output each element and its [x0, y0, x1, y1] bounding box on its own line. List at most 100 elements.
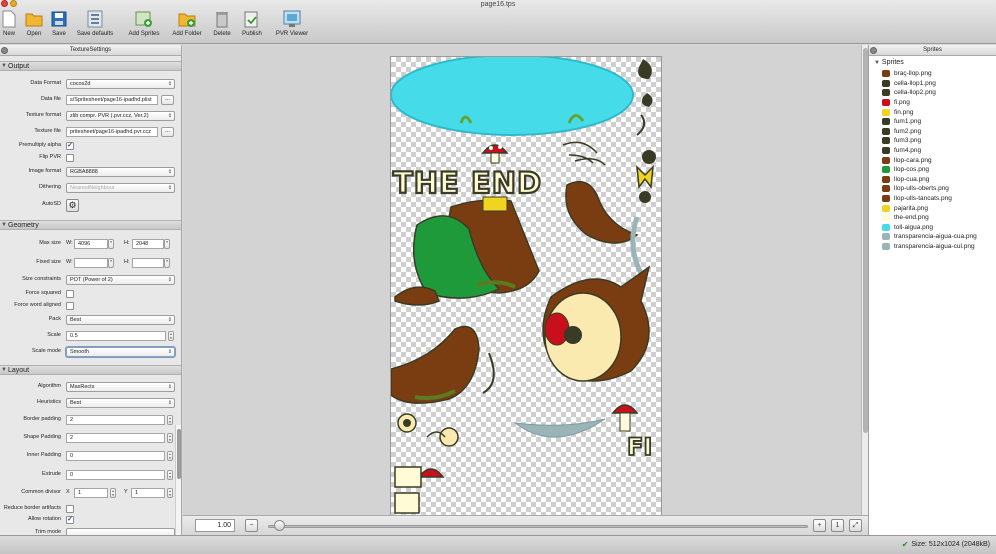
scale-mode-select[interactable]: Smooth ⇕ [66, 347, 175, 357]
settings-scrollbar[interactable] [175, 425, 181, 535]
sprite-list-item[interactable]: pajarita.png [882, 203, 996, 213]
trim-mode-select[interactable] [66, 528, 175, 535]
save-button[interactable]: Save [49, 10, 69, 40]
sprite-list-item[interactable]: braç-llop.png [882, 69, 996, 79]
open-button[interactable]: Open [24, 10, 44, 40]
section-output[interactable]: ▼ Output [0, 61, 181, 71]
allow-rotation-checkbox[interactable]: ✓ [66, 516, 74, 524]
zoom-in-button[interactable]: + [813, 519, 826, 532]
llop-cua-sprite[interactable] [565, 180, 644, 275]
shape-padding-stepper[interactable]: ▴ ▾ [167, 433, 173, 443]
zoom-actual-button[interactable]: 1 [831, 519, 844, 532]
sprite-list-item[interactable]: toll-aigua.png [882, 223, 996, 233]
border-padding-stepper[interactable]: ▴ ▾ [167, 415, 173, 425]
sprite-list-item[interactable]: llop-cua.png [882, 175, 996, 185]
zoom-out-button[interactable]: − [245, 519, 258, 532]
llop-ulls-sprite[interactable] [397, 413, 459, 447]
inner-padding-field[interactable]: 0 [66, 451, 165, 461]
data-file-browse-button[interactable]: ... [161, 95, 174, 105]
data-file-field[interactable]: s/Spritesheet/page16-ipadhd.plist [66, 95, 158, 105]
section-layout[interactable]: ▼ Layout [0, 365, 181, 375]
save-defaults-button[interactable]: Save defaults [75, 10, 115, 40]
scale-field[interactable]: 0.5 [66, 331, 166, 341]
sprite-list-item[interactable]: fum4.png [882, 146, 996, 156]
sprite-list-item[interactable]: fin.png [882, 107, 996, 117]
cella-sprites[interactable] [562, 141, 606, 166]
add-folder-button[interactable]: Add Folder [170, 10, 204, 40]
sprite-list-item[interactable]: fum1.png [882, 117, 996, 127]
force-word-checkbox[interactable] [66, 302, 74, 310]
add-sprites-button[interactable]: Add Sprites [126, 10, 162, 40]
zoom-slider[interactable] [268, 525, 808, 528]
sprite-list-item[interactable]: cella-llop1.png [882, 79, 996, 89]
settings-scrollbar-thumb[interactable] [177, 429, 181, 479]
section-geometry[interactable]: ▼ Geometry [0, 220, 181, 230]
texture-format-select[interactable]: zlib compr. PVR (.pvr.ccz, Ver.2) ⇕ [66, 111, 175, 121]
sprite-list-item[interactable]: llop-ulls-tancats.png [882, 194, 996, 204]
pajarita-sprite[interactable] [636, 164, 654, 189]
pvr-viewer-button[interactable]: PVR Viewer [274, 10, 310, 40]
sprite-list-item[interactable]: llop-ulls-oberts.png [882, 184, 996, 194]
max-width-field[interactable]: 4096 [74, 239, 108, 249]
zoom-slider-knob[interactable] [274, 520, 285, 531]
divisor-x-stepper[interactable]: ▴ ▾ [110, 488, 116, 498]
sprite-sheet-preview[interactable]: THE END FI [390, 56, 662, 515]
zoom-fit-button[interactable]: ⤢ [849, 519, 862, 532]
inner-padding-stepper[interactable]: ▴ ▾ [167, 451, 173, 461]
sprite-list-item[interactable]: fum2.png [882, 127, 996, 137]
force-squared-checkbox[interactable] [66, 290, 74, 298]
autosd-gear-button[interactable]: ⚙ [66, 199, 79, 212]
sprite-list-item[interactable]: llop-cos.png [882, 165, 996, 175]
zoom-field[interactable]: 1.00 [195, 519, 235, 532]
max-height-dropdown[interactable]: ▾ [164, 239, 170, 249]
premultiply-checkbox[interactable]: ✓ [66, 142, 74, 150]
extrude-stepper[interactable]: ▴ ▾ [167, 470, 173, 480]
reduce-border-checkbox[interactable] [66, 505, 74, 513]
sprite-list-item[interactable]: cella-llop2.png [882, 88, 996, 98]
size-constraints-select[interactable]: POT (Power of 2) ⇕ [66, 275, 175, 285]
scale-stepper[interactable]: ▴ ▾ [168, 331, 174, 341]
fi-sprite[interactable] [481, 144, 509, 164]
heuristics-select[interactable]: Best ⇕ [66, 398, 175, 408]
texture-file-field[interactable]: pritesheet/page16-ipadhd.pvr.ccz [66, 127, 158, 137]
llop-cara-sprite[interactable] [542, 265, 651, 382]
divisor-y-field[interactable]: 1 [131, 488, 165, 498]
max-height-field[interactable]: 2048 [132, 239, 164, 249]
delete-button[interactable]: Delete [211, 10, 233, 40]
algorithm-select[interactable]: MaxRects ⇕ [66, 382, 175, 392]
sprite-list-item[interactable]: fi.png [882, 98, 996, 108]
flip-pvr-checkbox[interactable] [66, 154, 74, 162]
pack-select[interactable]: Best ⇕ [66, 315, 175, 325]
border-padding-field[interactable]: 2 [66, 415, 165, 425]
fin-sprite[interactable]: FI [394, 404, 653, 514]
publish-button[interactable]: Publish [240, 10, 264, 40]
data-format-select[interactable]: cocos2d ⇕ [66, 79, 175, 89]
dithering-select[interactable]: NearestNeighbour ⇕ [66, 183, 175, 193]
panel-close-icon[interactable] [870, 47, 877, 54]
divisor-y-stepper[interactable]: ▴ ▾ [167, 488, 173, 498]
sprite-list-item[interactable]: llop-cara.png [882, 155, 996, 165]
fixed-width-field[interactable] [74, 258, 108, 268]
canvas-vertical-scrollbar[interactable] [861, 45, 868, 515]
sprite-list-item[interactable]: transparencia-aigua-cua.png [882, 232, 996, 242]
sprite-list-item[interactable]: transparencia-aigua-cul.png [882, 242, 996, 252]
sprite-list-item[interactable]: fum3.png [882, 136, 996, 146]
texture-file-browse-button[interactable]: ... [161, 127, 174, 137]
the-end-sprite[interactable]: THE END [392, 165, 542, 201]
sprites-root-folder[interactable]: ▼ Sprites [874, 59, 904, 66]
divisor-x-field[interactable]: 1 [74, 488, 108, 498]
sprite-sheet-canvas-area[interactable]: THE END FI [183, 45, 868, 515]
image-format-select[interactable]: RGBA8888 ⇕ [66, 167, 175, 177]
fixed-height-field[interactable] [132, 258, 164, 268]
braq-llop-sprite[interactable] [391, 325, 495, 404]
max-width-dropdown[interactable]: ▾ [108, 239, 114, 249]
llop-cos-sprite[interactable] [394, 196, 540, 306]
transparencia-aigua-sprite[interactable] [513, 418, 606, 438]
new-button[interactable]: New [0, 10, 18, 40]
toll-aigua-sprite[interactable] [391, 57, 634, 136]
fixed-width-dropdown[interactable]: ▾ [108, 258, 114, 268]
extrude-field[interactable]: 0 [66, 470, 165, 480]
sprite-list-item[interactable]: the-end.png [882, 213, 996, 223]
shape-padding-field[interactable]: 2 [66, 433, 165, 443]
panel-close-icon[interactable] [1, 47, 8, 54]
